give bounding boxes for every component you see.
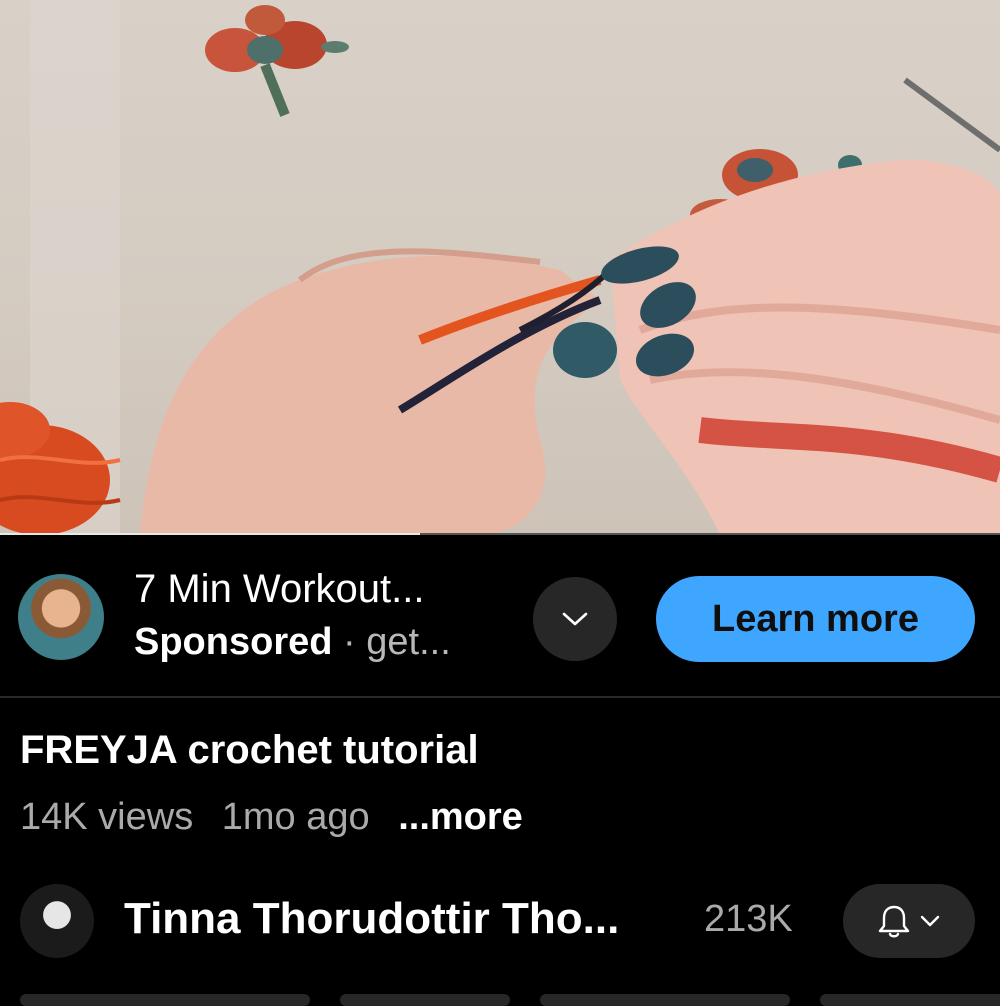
- action-chip[interactable]: [340, 994, 510, 1006]
- sponsored-label: Sponsored: [134, 621, 333, 663]
- video-player[interactable]: [0, 0, 1000, 535]
- view-count: 14K views: [20, 796, 194, 838]
- action-chip[interactable]: [540, 994, 790, 1006]
- action-chips-row: [0, 994, 1000, 1006]
- video-progress-fill: [0, 533, 420, 535]
- video-title[interactable]: FREYJA crochet tutorial: [20, 728, 479, 773]
- ad-title[interactable]: 7 Min Workout...: [134, 566, 424, 612]
- more-link[interactable]: ...more: [398, 796, 523, 838]
- subscription-notification-button[interactable]: [843, 884, 975, 958]
- ad-domain: get...: [366, 621, 451, 663]
- chevron-down-icon: [562, 612, 588, 626]
- learn-more-button[interactable]: Learn more: [656, 576, 975, 662]
- ad-separator: ·: [343, 621, 356, 663]
- subscriber-count: 213K: [704, 898, 793, 940]
- upload-age: 1mo ago: [221, 796, 370, 838]
- ad-subtitle: Sponsored · get...: [134, 620, 451, 664]
- action-chip[interactable]: [20, 994, 310, 1006]
- video-progress-bar[interactable]: [0, 533, 1000, 535]
- advertiser-avatar[interactable]: [18, 574, 104, 660]
- video-frame-illustration: [0, 0, 1000, 535]
- channel-name[interactable]: Tinna Thorudottir Tho...: [124, 894, 619, 944]
- bell-icon: [878, 905, 910, 938]
- channel-avatar[interactable]: [20, 884, 94, 958]
- chevron-down-icon: [920, 915, 940, 927]
- video-meta: 14K views 1mo ago ...more: [20, 796, 541, 839]
- divider: [0, 696, 1000, 698]
- ad-expand-button[interactable]: [533, 577, 617, 661]
- action-chip[interactable]: [820, 994, 1000, 1006]
